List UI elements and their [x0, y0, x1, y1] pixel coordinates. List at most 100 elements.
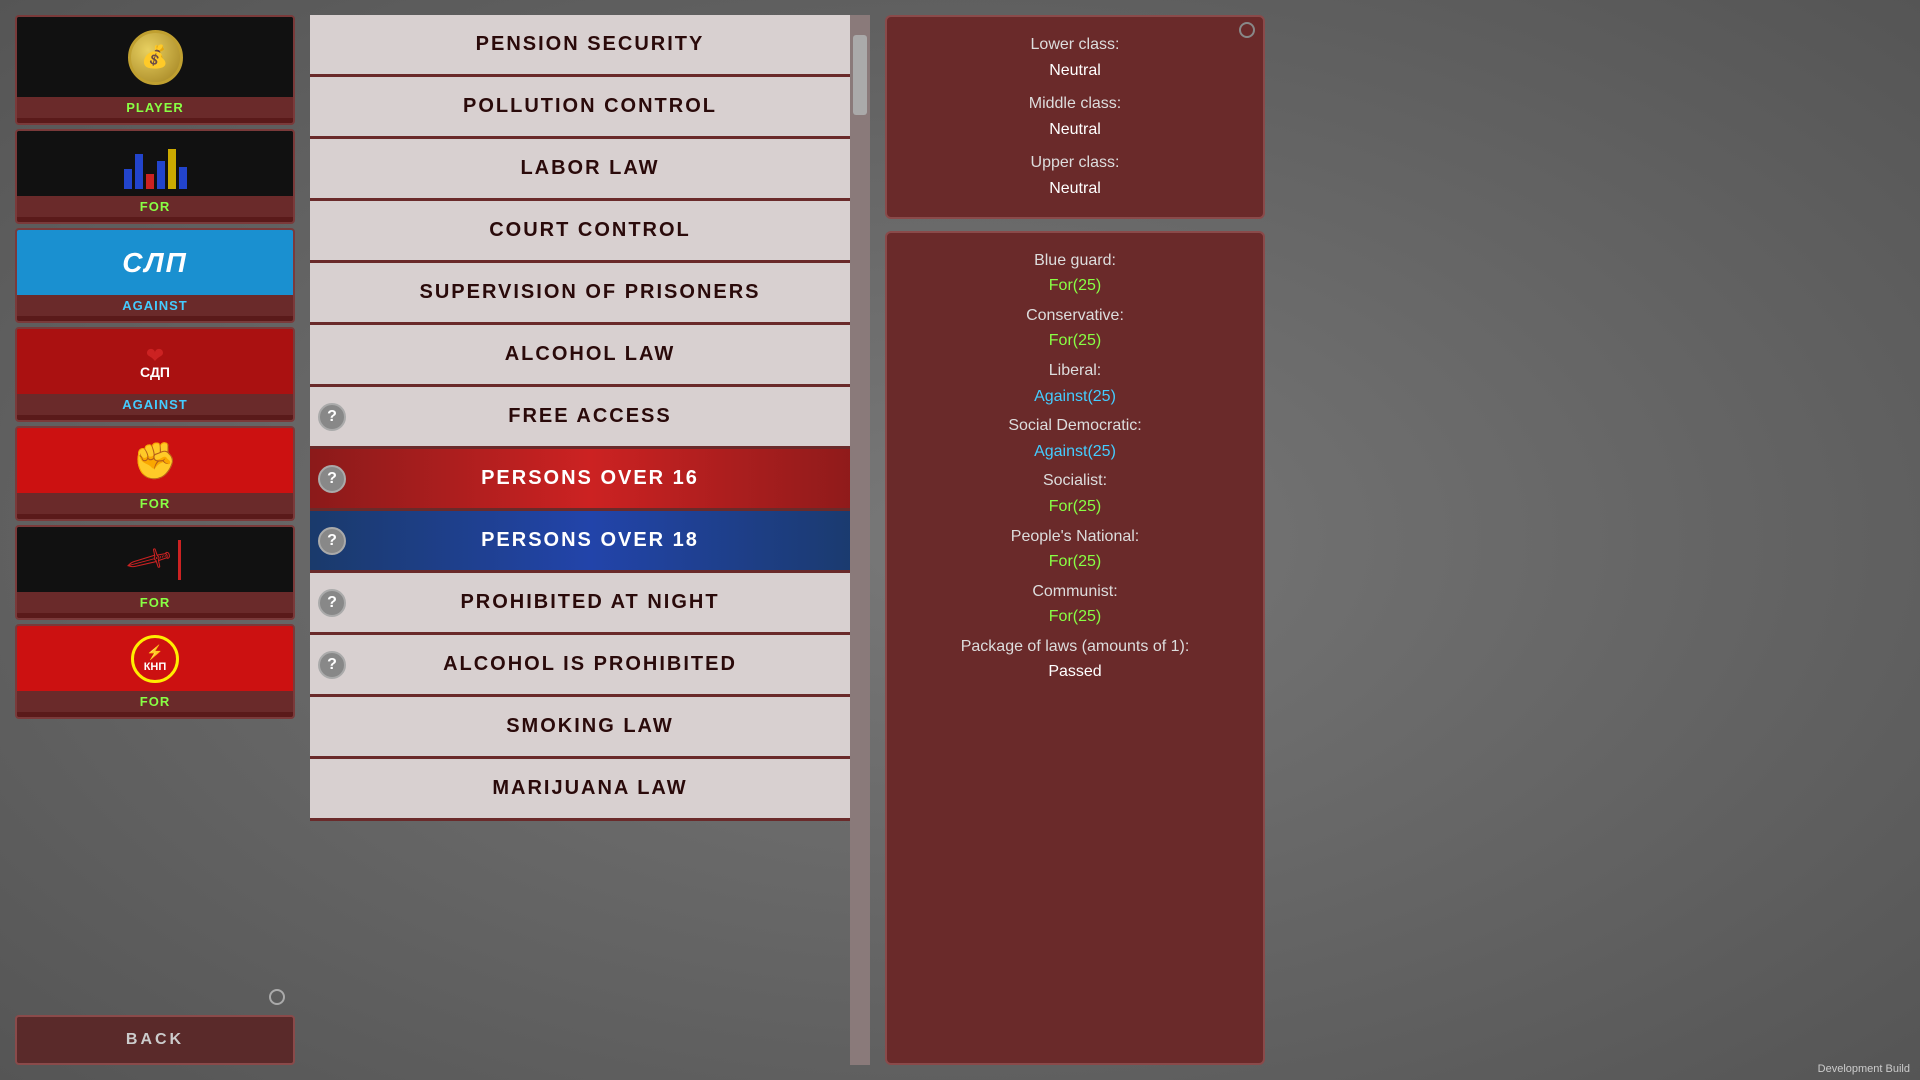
- scroll-thumb[interactable]: [853, 35, 867, 115]
- stance-party-value: Against(25): [1034, 443, 1116, 460]
- stance-party-label: Liberal:: [1049, 362, 1101, 379]
- sword-icon: 🗡: [129, 540, 181, 580]
- stance-row: Social Democratic: Against(25): [907, 413, 1243, 464]
- stance-row: Communist:For(25): [907, 579, 1243, 630]
- player-card: 💰 PLAYER: [15, 15, 295, 125]
- law-list: PENSION SECURITY POLLUTION CONTROL LABOR L…: [310, 15, 870, 1065]
- lower-class-label: Lower class:: [1031, 36, 1120, 53]
- stance-party-label: Package of laws (amounts of 1):: [961, 638, 1190, 655]
- main-container: 💰 PLAYER FOR СЛП AGAIN: [0, 0, 1920, 1080]
- party-stance-communist: FOR: [17, 691, 293, 712]
- back-button[interactable]: BACK: [15, 1015, 295, 1065]
- stance-row: Package of laws (amounts of 1): Passed: [907, 634, 1243, 685]
- law-label-marijuana-law: MARIJUANA LAW: [320, 777, 860, 800]
- lower-class-value: Neutral: [1049, 62, 1101, 79]
- party-logo-social-democratic: ❤ СДП: [17, 329, 293, 394]
- right-panel: Lower class: Neutral Middle class: Neutr…: [885, 15, 1265, 1065]
- upper-class-label: Upper class:: [1031, 154, 1120, 171]
- stance-party-value: For(25): [1049, 277, 1101, 294]
- upper-class-value: Neutral: [1049, 180, 1101, 197]
- class-info-box: Lower class: Neutral Middle class: Neutr…: [885, 15, 1265, 219]
- knp-circle-icon: ⚡ КНП: [131, 635, 179, 683]
- law-item-prohibited-at-night[interactable]: ?PROHIBITED AT NIGHT: [310, 573, 870, 635]
- circle-indicator-left: [269, 989, 285, 1005]
- upper-class-row: Upper class: Neutral: [907, 150, 1243, 201]
- lower-class-row: Lower class: Neutral: [907, 32, 1243, 83]
- stance-party-label: Blue guard:: [1034, 252, 1116, 269]
- scrollbar[interactable]: [850, 15, 870, 1065]
- law-label-free-access: FREE ACCESS: [320, 405, 860, 428]
- party-card-liberal[interactable]: СЛП AGAINST: [15, 228, 295, 323]
- stance-party-value: For(25): [1049, 553, 1101, 570]
- stance-party-label: Socialist:: [1043, 472, 1107, 489]
- party-card-social-democratic[interactable]: ❤ СДП AGAINST: [15, 327, 295, 422]
- law-item-pollution-control[interactable]: POLLUTION CONTROL: [310, 77, 870, 139]
- law-label-persons-over-18: PERSONS OVER 18: [320, 529, 860, 552]
- party-card-blue-guard[interactable]: FOR: [15, 129, 295, 224]
- law-label-prohibited-at-night: PROHIBITED AT NIGHT: [320, 591, 860, 614]
- stance-party-value: For(25): [1049, 498, 1101, 515]
- stance-row: Socialist: For(25): [907, 468, 1243, 519]
- party-stance-box: Blue guard: For(25) Conservative: For(25) Li…: [885, 231, 1265, 1065]
- stance-row: Liberal: Against(25): [907, 358, 1243, 409]
- stance-party-value: Passed: [1048, 663, 1101, 680]
- stance-row: Conservative: For(25): [907, 303, 1243, 354]
- party-stance-liberal: AGAINST: [17, 295, 293, 316]
- law-item-labor-law[interactable]: LABOR LAW: [310, 139, 870, 201]
- liberal-text-icon: СЛП: [122, 247, 188, 279]
- sdp-logo: ❤ СДП: [140, 343, 170, 380]
- stance-row: People's National: For(25): [907, 524, 1243, 575]
- middle-class-label: Middle class:: [1029, 95, 1121, 112]
- law-label-smoking-law: SMOKING LAW: [320, 715, 860, 738]
- stance-party-label: People's National:: [1011, 528, 1139, 545]
- law-label-pollution-control: POLLUTION CONTROL: [320, 95, 860, 118]
- fist-icon: ✊: [133, 440, 178, 482]
- question-badge-persons-over-16: ?: [318, 465, 346, 493]
- center-panel: PENSION SECURITY POLLUTION CONTROL LABOR L…: [310, 15, 870, 1065]
- law-item-supervision-of-prisoners[interactable]: SUPERVISION OF PRISONERS: [310, 263, 870, 325]
- stance-party-value: For(25): [1049, 332, 1101, 349]
- left-panel: 💰 PLAYER FOR СЛП AGAIN: [15, 15, 295, 1065]
- player-coin: 💰: [128, 30, 183, 85]
- law-item-free-access[interactable]: ?FREE ACCESS: [310, 387, 870, 449]
- party-logo-peoples-national: 🗡: [17, 527, 293, 592]
- question-badge-persons-over-18: ?: [318, 527, 346, 555]
- stance-row: Blue guard: For(25): [907, 248, 1243, 299]
- stance-party-label: Conservative:: [1026, 307, 1124, 324]
- circle-indicator-right: [1239, 22, 1255, 38]
- party-stance-socialist: FOR: [17, 493, 293, 514]
- building-icon: [124, 139, 187, 189]
- party-logo-socialist: ✊: [17, 428, 293, 493]
- law-label-alcohol-is-prohibited: ALCOHOL IS PROHIBITED: [320, 653, 860, 676]
- law-item-alcohol-is-prohibited[interactable]: ?ALCOHOL IS PROHIBITED: [310, 635, 870, 697]
- party-logo-liberal: СЛП: [17, 230, 293, 295]
- law-item-smoking-law[interactable]: SMOKING LAW: [310, 697, 870, 759]
- law-item-persons-over-16[interactable]: ?PERSONS OVER 16: [310, 449, 870, 511]
- law-item-marijuana-law[interactable]: MARIJUANA LAW: [310, 759, 870, 821]
- question-badge-alcohol-is-prohibited: ?: [318, 651, 346, 679]
- party-stance-peoples-national: FOR: [17, 592, 293, 613]
- law-item-court-control[interactable]: COURT CONTROL: [310, 201, 870, 263]
- law-item-alcohol-law[interactable]: ALCOHOL LAW: [310, 325, 870, 387]
- law-label-pension-security: PENSION SECURITY: [320, 33, 860, 56]
- party-stance-blue-guard: FOR: [17, 196, 293, 217]
- stance-party-value: For(25): [1049, 608, 1101, 625]
- party-stance-social-democratic: AGAINST: [17, 394, 293, 415]
- law-label-court-control: COURT CONTROL: [320, 219, 860, 242]
- stance-party-value: Against(25): [1034, 388, 1116, 405]
- party-card-peoples-national[interactable]: 🗡 FOR: [15, 525, 295, 620]
- law-label-labor-law: LABOR LAW: [320, 157, 860, 180]
- player-logo-area: 💰: [17, 17, 293, 97]
- question-badge-free-access: ?: [318, 403, 346, 431]
- law-item-persons-over-18[interactable]: ?PERSONS OVER 18: [310, 511, 870, 573]
- party-card-socialist[interactable]: ✊ FOR: [15, 426, 295, 521]
- middle-class-row: Middle class: Neutral: [907, 91, 1243, 142]
- stance-party-label: Social Democratic:: [1008, 417, 1141, 434]
- law-label-supervision-of-prisoners: SUPERVISION OF PRISONERS: [320, 281, 860, 304]
- middle-class-value: Neutral: [1049, 121, 1101, 138]
- question-badge-prohibited-at-night: ?: [318, 589, 346, 617]
- player-label: PLAYER: [17, 97, 293, 118]
- party-card-communist[interactable]: ⚡ КНП FOR: [15, 624, 295, 719]
- law-label-persons-over-16: PERSONS OVER 16: [320, 467, 860, 490]
- law-item-pension-security[interactable]: PENSION SECURITY: [310, 15, 870, 77]
